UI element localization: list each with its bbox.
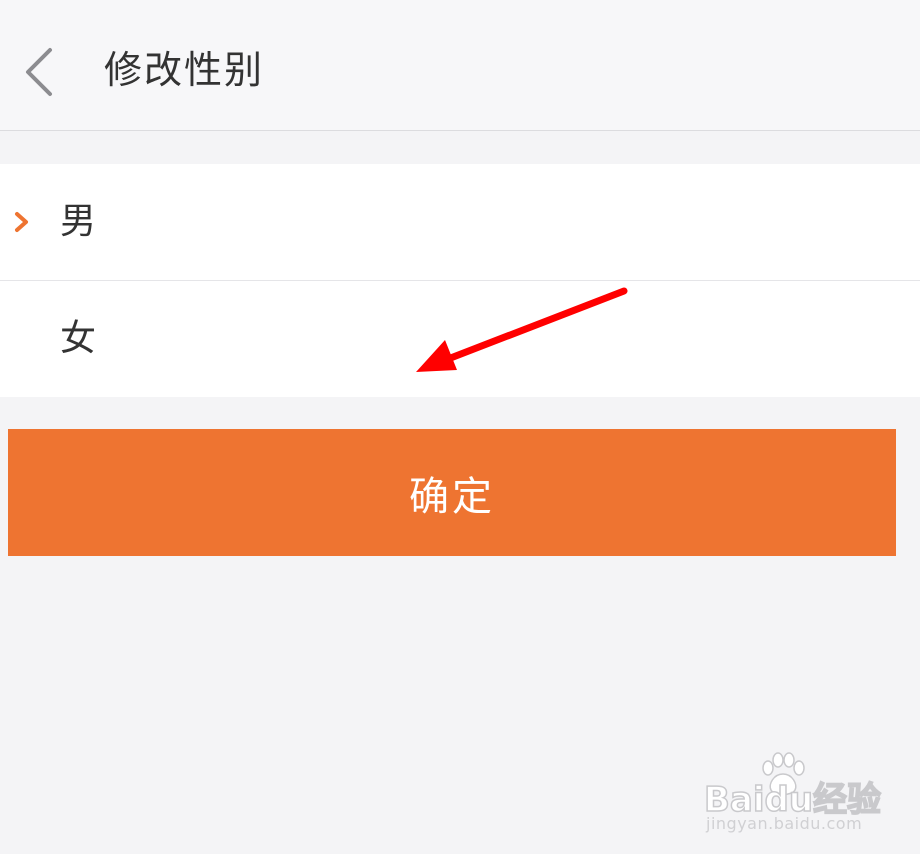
chevron-left-icon bbox=[26, 48, 52, 96]
gender-option-male[interactable]: 男 bbox=[0, 164, 920, 280]
top-bar: 修改性别 bbox=[0, 0, 920, 131]
gender-options-list: 男 女 bbox=[0, 164, 920, 397]
gender-option-label: 女 bbox=[60, 318, 97, 359]
confirm-button[interactable]: 确定 bbox=[8, 429, 896, 556]
page-title: 修改性别 bbox=[104, 48, 265, 92]
watermark-url: jingyan.baidu.com bbox=[706, 814, 863, 833]
gender-option-female[interactable]: 女 bbox=[0, 281, 920, 397]
back-button[interactable] bbox=[14, 38, 70, 106]
chevron-right-icon bbox=[15, 212, 28, 232]
gender-option-label: 男 bbox=[60, 201, 97, 242]
baidu-jingyan-watermark: Baidu经验 jingyan.baidu.com bbox=[703, 752, 904, 842]
